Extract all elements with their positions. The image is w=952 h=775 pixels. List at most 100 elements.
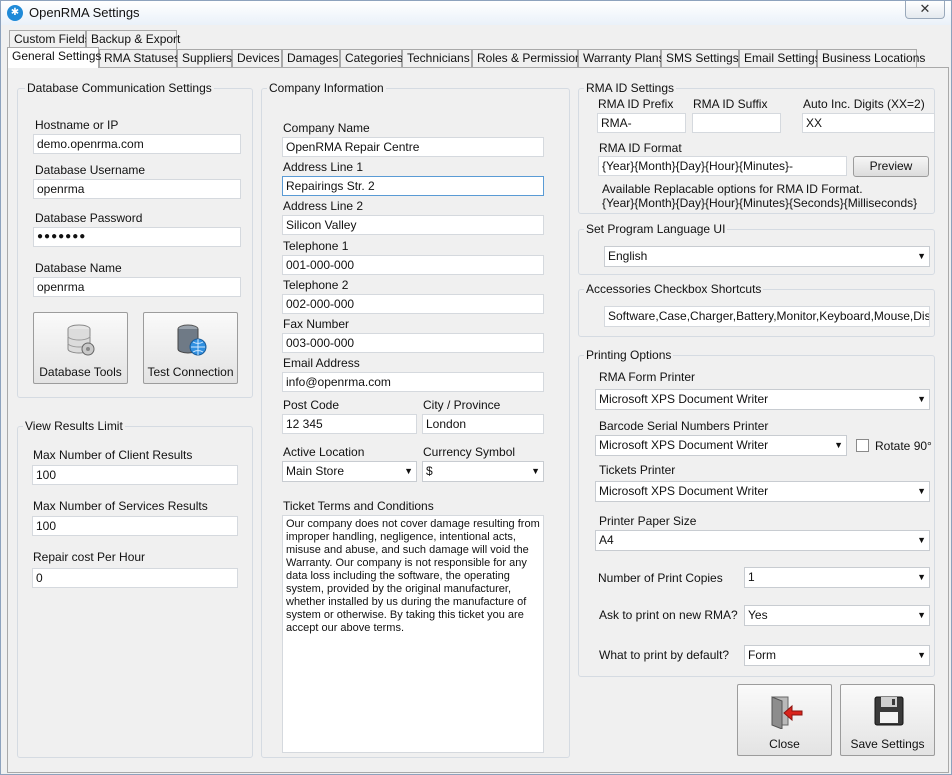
chevron-down-icon: ▼ <box>531 466 540 476</box>
print-copies-select[interactable]: 1 ▼ <box>744 567 930 588</box>
tab-damages[interactable]: Damages <box>282 49 340 68</box>
chevron-down-icon: ▼ <box>917 650 926 660</box>
language-group-title: Set Program Language UI <box>584 222 728 236</box>
auto-inc-digits-label: Auto Inc. Digits (XX=2) <box>803 97 925 111</box>
city-input[interactable]: London <box>422 414 544 434</box>
database-group-title: Database Communication Settings <box>25 81 214 95</box>
barcode-printer-value: Microsoft XPS Document Writer <box>599 438 769 452</box>
database-tools-button[interactable]: Database Tools <box>33 312 128 384</box>
window-close-button[interactable]: ✕ <box>905 1 945 19</box>
telephone1-input[interactable]: 001-000-000 <box>282 255 544 275</box>
title-bar: ✱ OpenRMA Settings ✕ <box>1 1 951 25</box>
accessories-input[interactable]: Software,Case,Charger,Battery,Monitor,Ke… <box>604 306 930 327</box>
settings-window: ✱ OpenRMA Settings ✕ Custom Fields Backu… <box>0 0 952 775</box>
close-button[interactable]: Close <box>737 684 832 756</box>
chevron-down-icon: ▼ <box>917 610 926 620</box>
tab-warranty-plans[interactable]: Warranty Plans <box>578 49 665 68</box>
auto-inc-digits-input[interactable]: XX <box>802 113 935 133</box>
default-print-select[interactable]: Form ▼ <box>744 645 930 666</box>
tab-general-settings[interactable]: General Settings <box>7 47 101 68</box>
email-input[interactable]: info@openrma.com <box>282 372 544 392</box>
terms-textarea[interactable]: Our company does not cover damage result… <box>282 515 544 753</box>
paper-size-label: Printer Paper Size <box>599 514 697 528</box>
close-button-label: Close <box>769 737 800 751</box>
hostname-input[interactable]: demo.openrma.com <box>33 134 241 154</box>
telephone2-label: Telephone 2 <box>283 278 349 292</box>
save-settings-button[interactable]: Save Settings <box>840 684 935 756</box>
db-name-label: Database Name <box>35 261 122 275</box>
city-label: City / Province <box>423 398 501 412</box>
telephone2-input[interactable]: 002-000-000 <box>282 294 544 314</box>
chevron-down-icon: ▼ <box>917 572 926 582</box>
active-location-label: Active Location <box>283 445 365 459</box>
company-name-input[interactable]: OpenRMA Repair Centre <box>282 137 544 157</box>
active-location-select[interactable]: Main Store ▼ <box>282 461 417 482</box>
currency-label: Currency Symbol <box>423 445 516 459</box>
tab-categories[interactable]: Categories <box>340 49 403 68</box>
currency-value: $ <box>426 464 433 478</box>
tab-technicians[interactable]: Technicians <box>402 49 472 68</box>
rma-prefix-label: RMA ID Prefix <box>598 97 674 111</box>
tab-email-settings[interactable]: Email Settings <box>739 49 821 68</box>
database-tools-icon <box>67 324 95 356</box>
post-code-input[interactable]: 12 345 <box>282 414 417 434</box>
rotate-90-label: Rotate 90° <box>875 439 932 453</box>
tab-sms-settings[interactable]: SMS Settings <box>661 49 739 68</box>
rma-form-printer-value: Microsoft XPS Document Writer <box>599 392 769 406</box>
email-label: Email Address <box>283 356 360 370</box>
ask-print-select[interactable]: Yes ▼ <box>744 605 930 626</box>
max-client-results-input[interactable]: 100 <box>32 465 238 485</box>
view-results-group-title: View Results Limit <box>23 419 125 433</box>
rma-prefix-input[interactable]: RMA- <box>597 113 686 133</box>
barcode-printer-select[interactable]: Microsoft XPS Document Writer ▼ <box>595 435 847 456</box>
company-group-title: Company Information <box>267 81 386 95</box>
test-connection-button[interactable]: Test Connection <box>143 312 238 384</box>
rma-format-label: RMA ID Format <box>599 141 682 155</box>
db-password-input[interactable]: ●●●●●●● <box>33 227 241 247</box>
paper-size-select[interactable]: A4 ▼ <box>595 530 930 551</box>
tab-backup-export[interactable]: Backup & Export <box>86 30 180 49</box>
repair-cost-input[interactable]: 0 <box>32 568 238 588</box>
preview-button[interactable]: Preview <box>853 156 929 177</box>
ask-print-label: Ask to print on new RMA? <box>599 608 738 622</box>
rma-format-input[interactable]: {Year}{Month}{Day}{Hour}{Minutes}- <box>598 156 847 176</box>
active-location-value: Main Store <box>286 464 345 478</box>
tickets-printer-select[interactable]: Microsoft XPS Document Writer ▼ <box>595 481 930 502</box>
tab-roles-permissions[interactable]: Roles & Permissions <box>472 49 588 68</box>
tab-business-locations[interactable]: Business Locations <box>817 49 925 68</box>
rma-id-group-title: RMA ID Settings <box>584 81 677 95</box>
db-username-label: Database Username <box>35 163 146 177</box>
app-icon: ✱ <box>7 5 23 21</box>
db-username-input[interactable]: openrma <box>33 179 241 199</box>
currency-select[interactable]: $ ▼ <box>422 461 544 482</box>
printing-group-title: Printing Options <box>584 348 674 362</box>
chevron-down-icon: ▼ <box>917 251 926 261</box>
tab-rma-statuses[interactable]: RMA Statuses <box>99 49 180 68</box>
fax-label: Fax Number <box>283 317 350 331</box>
tab-devices[interactable]: Devices <box>232 49 282 68</box>
tickets-printer-label: Tickets Printer <box>599 463 676 477</box>
rma-suffix-input[interactable] <box>692 113 781 133</box>
rotate-90-checkbox[interactable] <box>856 439 869 452</box>
language-value: English <box>608 249 648 263</box>
address2-input[interactable]: Silicon Valley <box>282 215 544 235</box>
tickets-printer-value: Microsoft XPS Document Writer <box>599 484 769 498</box>
hostname-label: Hostname or IP <box>35 118 119 132</box>
paper-size-value: A4 <box>599 533 614 547</box>
chevron-down-icon: ▼ <box>917 486 926 496</box>
rma-form-printer-select[interactable]: Microsoft XPS Document Writer ▼ <box>595 389 930 410</box>
save-settings-label: Save Settings <box>850 737 925 751</box>
floppy-disk-icon <box>874 696 904 726</box>
language-select[interactable]: English ▼ <box>604 246 930 267</box>
company-name-label: Company Name <box>283 121 370 135</box>
database-globe-icon <box>177 324 207 356</box>
tab-suppliers[interactable]: Suppliers <box>177 49 232 68</box>
address1-input[interactable]: Repairings Str. 2 <box>282 176 544 196</box>
db-name-input[interactable]: openrma <box>33 277 241 297</box>
chevron-down-icon: ▼ <box>834 440 843 450</box>
print-copies-label: Number of Print Copies <box>598 571 723 585</box>
max-services-results-input[interactable]: 100 <box>32 516 238 536</box>
address1-label: Address Line 1 <box>283 160 364 174</box>
fax-input[interactable]: 003-000-000 <box>282 333 544 353</box>
print-copies-value: 1 <box>748 570 755 584</box>
